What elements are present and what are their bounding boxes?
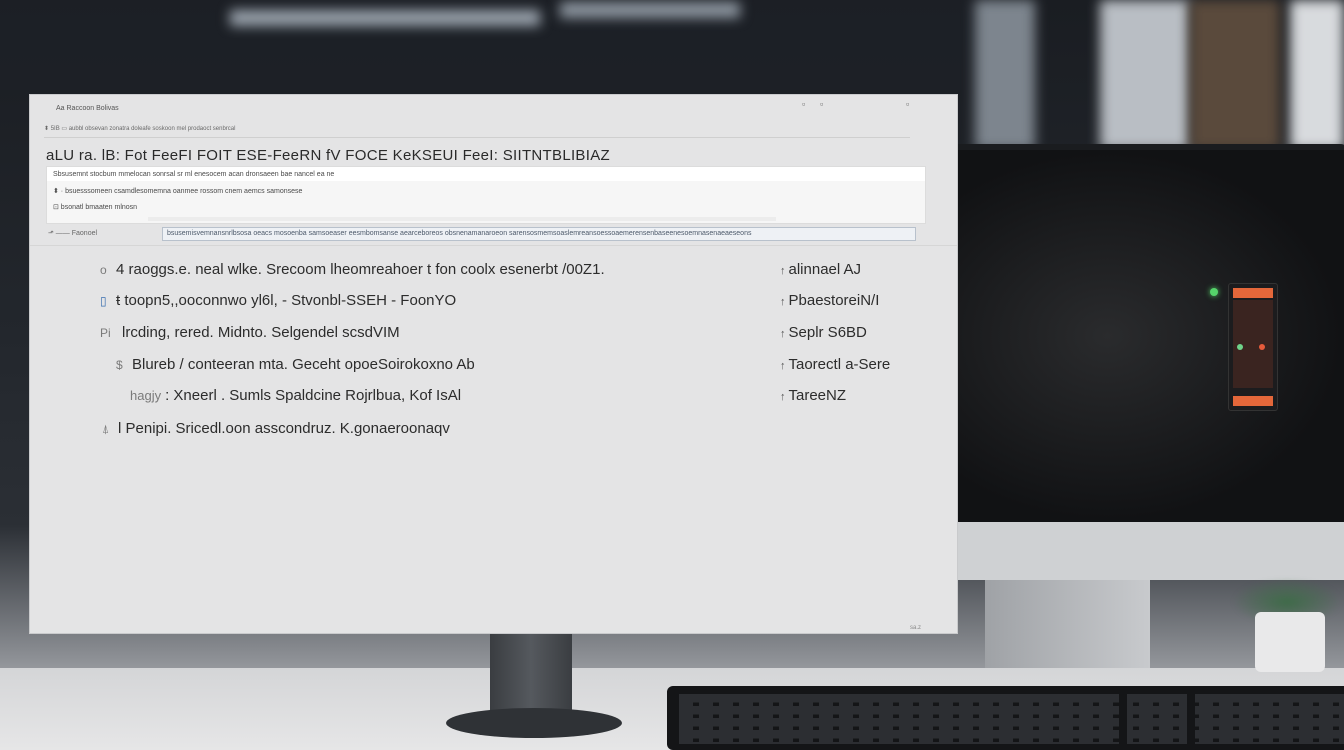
row-meta: ↑ alinnael AJ — [780, 261, 861, 278]
pillar — [1190, 0, 1280, 150]
window-title: Aa Raccoon Bolivas — [56, 105, 119, 112]
device-bottom-bar — [1233, 396, 1273, 406]
close-icon[interactable]: ▫ — [906, 99, 909, 109]
background-monitor-bezel — [950, 522, 1344, 580]
device-light — [1259, 344, 1265, 350]
maximize-icon[interactable]: ▫ — [820, 99, 823, 109]
filter-bar: ⬏ —— Faonoel bsusemisvemnansnrlbsosa oea… — [46, 227, 942, 241]
row-meta-text: alinnael AJ — [788, 261, 862, 278]
arrow-up-icon: ↑ — [780, 265, 786, 277]
status-led — [1210, 288, 1218, 296]
row-meta: ↑ Seplr S6BD — [780, 324, 867, 341]
list-row[interactable]: Pi lrcding, rered. Midnto. Selgendel scsd… — [100, 324, 400, 344]
control-device — [1228, 283, 1278, 411]
list-row[interactable]: ⍋ l Penipi. Sricedl.oon asscondruz. K.gon… — [102, 420, 450, 440]
address-bar[interactable]: ⬍ 5IB ▭ aubbl obsevan zonatra doleafe so… — [44, 125, 910, 138]
window-light — [1290, 0, 1344, 150]
arrow-up-icon: ↑ — [780, 328, 786, 340]
list-item[interactable]: Sbsusemnt stocbum mmelocan sonrsal sr ml… — [53, 171, 334, 178]
title-bar: Aa Raccoon Bolivas ▫ ▫ ▫ — [30, 95, 957, 117]
monitor-stand-neck — [490, 632, 572, 712]
arrow-up-icon: ↑ — [780, 360, 786, 372]
page-heading: aLU ra. lB: Fot FeeFI FOIT ESE-FeeRN fV … — [46, 147, 610, 164]
ceiling-light — [560, 2, 740, 18]
filter-input[interactable]: bsusemisvemnansnrlbsosa oeacs mosoenba s… — [162, 227, 916, 241]
list-item[interactable]: ⬍ · bsuesssomeen csamdlesomemna oanmee r… — [53, 187, 302, 195]
list-row[interactable]: $ Blureb / conteeran mta. Geceht opoeSoir… — [116, 356, 475, 376]
row-icon: Pi — [100, 326, 111, 340]
minimize-icon[interactable]: ▫ — [802, 99, 805, 109]
keyboard-gap — [1119, 694, 1127, 744]
keyboard — [667, 686, 1344, 750]
ceiling-light — [230, 10, 540, 26]
footer-mark: sa.z — [909, 625, 921, 631]
window-light — [1100, 0, 1190, 150]
row-meta-text: Seplr S6BD — [788, 324, 867, 341]
row-text: Blureb / conteeran mta. Geceht opoeSoiro… — [132, 356, 475, 373]
row-icon: o — [100, 263, 107, 277]
list-row[interactable]: hagjy: Xneerl . Sumls Spaldcine Rojrlbua… — [130, 387, 461, 407]
row-meta-text: Pbaestorei​N/I — [788, 292, 880, 309]
divider — [30, 245, 957, 246]
row-text: 4 raoggs.e. neal wlke. Srecoom lheomreah… — [116, 261, 605, 278]
row-text: lrcding, rered. Midnto. Selgendel scsdVI… — [122, 324, 400, 341]
background-monitor — [950, 150, 1344, 522]
row-icon: hagjy — [130, 388, 162, 403]
list-row[interactable]: o 4 raoggs.e. neal wlke. Srecoom lheomrea… — [100, 261, 605, 281]
window-light — [975, 0, 1035, 150]
row-icon: $ — [116, 358, 123, 372]
row-text: l Penipi. Sricedl.oon asscondruz. K.gona… — [118, 420, 450, 437]
background-monitor-stand — [985, 580, 1150, 680]
list-item[interactable]: ⊡ bsonatl bmaaten mlnosn — [53, 203, 137, 211]
row-meta-text: Taorectl a-Sere — [788, 356, 891, 373]
row-meta: ↑ Taorectl a-Sere — [780, 356, 890, 373]
keyboard-gap — [1187, 694, 1195, 744]
monitor-stand-base — [446, 708, 622, 738]
warning-icon: ⍋ — [102, 422, 110, 436]
row-meta: ↑ Pbaestorei​N/I — [780, 292, 879, 309]
arrow-up-icon: ↑ — [780, 391, 786, 403]
list-box[interactable]: Sbsusemnt stocbum mmelocan sonrsal sr ml… — [46, 166, 926, 224]
plant-pot — [1255, 612, 1325, 672]
horizontal-scrollbar[interactable] — [148, 217, 776, 221]
main-monitor-screen: Aa Raccoon Bolivas ▫ ▫ ▫ ⬍ 5IB ▭ aubbl o… — [30, 95, 957, 633]
background-monitor-screen — [950, 150, 1344, 522]
row-text: ŧ toopn5,,ooconnwo yl6l, - Stvonbl-SSEH … — [116, 292, 457, 309]
arrow-up-icon: ↑ — [780, 296, 786, 308]
row-meta-text: TareeNZ — [788, 387, 847, 404]
row-text: : Xneerl . Sumls Spaldcine Rojrlbua, Kof… — [165, 387, 462, 404]
keyboard-keys — [679, 694, 1344, 744]
device-top-bar — [1233, 288, 1273, 298]
list-row[interactable]: ▯ ŧ toopn5,,ooconnwo yl6l, - Stvonbl-SSEH… — [100, 292, 456, 312]
row-meta: ↑ TareeNZ — [780, 387, 846, 404]
file-icon: ▯ — [100, 294, 107, 308]
device-light — [1237, 344, 1243, 350]
filter-label: ⬏ —— Faonoel — [48, 230, 98, 237]
